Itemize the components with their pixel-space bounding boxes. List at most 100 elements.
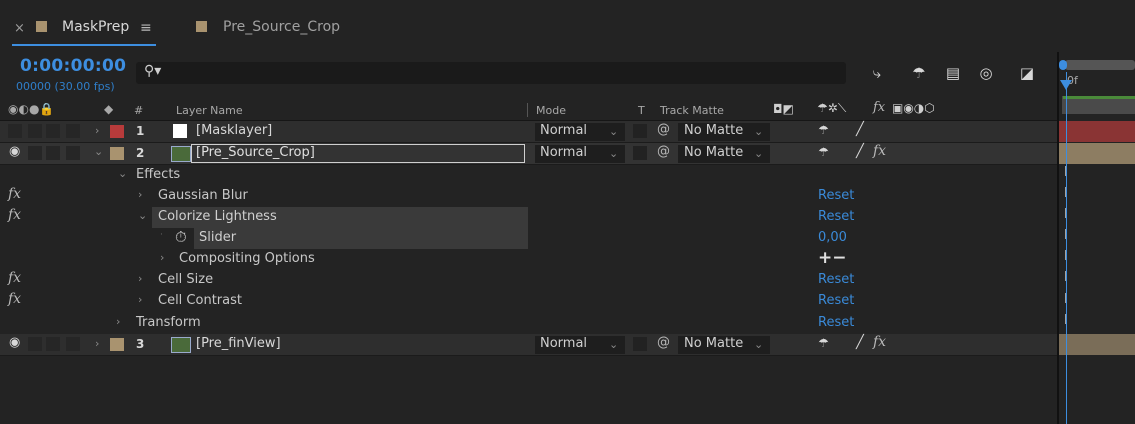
frame-blending-icon[interactable]: ▤ xyxy=(942,64,964,84)
close-tab-icon[interactable]: × xyxy=(14,21,25,36)
audio-switch[interactable] xyxy=(28,146,42,160)
reset-link[interactable]: Reset xyxy=(818,188,854,203)
effect-row-gaussian-blur[interactable]: fx › Gaussian Blur Reset xyxy=(0,186,1057,207)
property-row-compositing-options[interactable]: › Compositing Options +− xyxy=(0,248,1057,270)
layer-name-editbox[interactable]: [Pre_Source_Crop] xyxy=(191,144,525,163)
eye-icon[interactable]: ◉ xyxy=(9,335,20,350)
quality-switch-icon[interactable]: ╱ xyxy=(856,335,864,350)
reset-link[interactable]: Reset xyxy=(818,272,854,287)
layer-1-duration-bar[interactable] xyxy=(1059,121,1135,142)
layer-row-2[interactable]: ◉ ⌄ 2 [Pre_Source_Crop] Normal ⌄ @ No Ma… xyxy=(0,143,1057,165)
quality-switch-icon[interactable]: ╱ xyxy=(856,122,864,137)
av-features-icon[interactable]: ◉◐●🔒 xyxy=(8,102,54,116)
col-mode[interactable]: Mode xyxy=(536,104,566,117)
label-color[interactable] xyxy=(110,338,124,351)
fx-switch-icon[interactable]: fx xyxy=(873,334,886,350)
expand-chevron-icon[interactable]: › xyxy=(95,337,99,350)
preserve-transparency-switch[interactable] xyxy=(633,337,647,351)
expand-chevron-icon[interactable]: › xyxy=(138,272,142,285)
graph-editor-icon[interactable]: ◪ xyxy=(1016,64,1038,84)
pickwhip-icon[interactable]: @ xyxy=(657,144,670,159)
pickwhip-icon[interactable]: @ xyxy=(657,122,670,137)
effect-row-cell-contrast[interactable]: fx › Cell Contrast Reset xyxy=(0,291,1057,312)
layer-name[interactable]: [Pre_finView] xyxy=(196,336,281,351)
effect-row-colorize-lightness[interactable]: fx ⌄ Colorize Lightness Reset xyxy=(0,207,1057,228)
lock-switch[interactable] xyxy=(66,337,80,351)
search-icon[interactable]: ⚲▾ xyxy=(144,63,161,79)
preserve-transparency-switch[interactable] xyxy=(633,124,647,138)
pickwhip-icon[interactable]: @ xyxy=(657,335,670,350)
lock-switch[interactable] xyxy=(66,146,80,160)
comp-flowchart-icon[interactable]: ⤷ xyxy=(866,64,888,84)
fx-switch-icon[interactable]: fx xyxy=(873,100,885,115)
mode-dropdown[interactable]: Normal ⌄ xyxy=(535,145,625,163)
reset-link[interactable]: Reset xyxy=(818,293,854,308)
switches-icons[interactable]: ☂✲⟍ xyxy=(817,101,846,116)
effect-row-cell-size[interactable]: fx › Cell Size Reset xyxy=(0,270,1057,291)
effects-group-row[interactable]: ⌄ Effects xyxy=(0,165,1057,186)
fx-switch-icon[interactable]: fx xyxy=(873,143,886,159)
shy-switch-icon[interactable]: ☂ xyxy=(818,123,829,137)
shy-switch-icon[interactable]: ☂ xyxy=(818,336,829,350)
layer-3-duration-bar[interactable] xyxy=(1059,334,1135,355)
lock-switch[interactable] xyxy=(66,124,80,138)
collapse-chevron-icon[interactable]: ⌄ xyxy=(118,167,127,180)
property-row-slider[interactable]: · ⏱ Slider 0,00 xyxy=(0,228,1057,249)
track-matte-dropdown[interactable]: No Matte ⌄ xyxy=(678,123,770,141)
tab-pre-source-crop[interactable]: Pre_Source_Crop xyxy=(223,19,340,35)
col-track-matte[interactable]: Track Matte xyxy=(660,104,724,117)
fx-icon[interactable]: fx xyxy=(8,270,21,286)
layer-name[interactable]: [Masklayer] xyxy=(196,123,272,138)
playhead-line[interactable] xyxy=(1066,72,1067,424)
reset-link[interactable]: Reset xyxy=(818,209,854,224)
collapse-chevron-icon[interactable]: ⌄ xyxy=(94,145,103,158)
quality-switch-icon[interactable]: ╱ xyxy=(856,144,864,159)
expand-chevron-icon[interactable]: › xyxy=(95,124,99,137)
layer-row-1[interactable]: › 1 [Masklayer] Normal ⌄ @ No Matte ⌄ ☂ … xyxy=(0,121,1057,143)
video-switch[interactable] xyxy=(8,124,22,138)
preserve-transparency-switch[interactable] xyxy=(633,146,647,160)
solo-switch[interactable] xyxy=(46,337,60,351)
layer-2-duration-bar[interactable] xyxy=(1059,143,1135,164)
mode-dropdown[interactable]: Normal ⌄ xyxy=(535,123,625,141)
col-t[interactable]: T xyxy=(638,104,645,117)
panel-menu-icon[interactable]: ≡ xyxy=(140,20,152,36)
expand-chevron-icon[interactable]: › xyxy=(116,315,120,328)
fx-icon[interactable]: fx xyxy=(8,186,21,202)
mode-dropdown[interactable]: Normal ⌄ xyxy=(535,336,625,354)
shy-layers-icon[interactable]: ☂ xyxy=(908,64,930,84)
expand-chevron-icon[interactable]: › xyxy=(138,188,142,201)
audio-switch[interactable] xyxy=(28,124,42,138)
stopwatch-icon[interactable]: ⏱ xyxy=(175,228,187,246)
label-color[interactable] xyxy=(110,125,124,138)
audio-switch[interactable] xyxy=(28,337,42,351)
parent-link-icon[interactable]: ◘◩ xyxy=(773,102,794,116)
track-matte-dropdown[interactable]: No Matte ⌄ xyxy=(678,336,770,354)
shy-switch-icon[interactable]: ☂ xyxy=(818,145,829,159)
time-navigator-bar[interactable] xyxy=(1065,60,1135,70)
add-remove-mask-icon[interactable]: +− xyxy=(818,248,847,268)
solo-switch[interactable] xyxy=(46,146,60,160)
layer-search-input[interactable]: ⚲▾ xyxy=(136,62,846,84)
col-layer-name[interactable]: Layer Name xyxy=(176,104,243,117)
motion-blur-icon[interactable]: ◎ xyxy=(975,64,997,84)
fx-icon[interactable]: fx xyxy=(8,291,21,307)
current-time-display[interactable]: 0:00:00:00 xyxy=(20,56,126,76)
playhead-marker-icon[interactable] xyxy=(1060,80,1072,90)
tab-maskprep[interactable]: MaskPrep xyxy=(62,19,129,35)
transform-group-row[interactable]: › Transform Reset xyxy=(0,313,1057,334)
switches-icons-2[interactable]: ▣◉◑⬡ xyxy=(892,101,935,115)
reset-link[interactable]: Reset xyxy=(818,315,854,330)
label-tag-icon[interactable]: ◆ xyxy=(104,102,113,116)
expand-chevron-icon[interactable]: › xyxy=(160,251,164,264)
track-matte-dropdown[interactable]: No Matte ⌄ xyxy=(678,145,770,163)
label-color[interactable] xyxy=(110,147,124,160)
solo-switch[interactable] xyxy=(46,124,60,138)
slider-value[interactable]: 0,00 xyxy=(818,230,847,245)
layer-row-3[interactable]: ◉ › 3 [Pre_finView] Normal ⌄ @ No Matte … xyxy=(0,334,1057,356)
timeline-area[interactable]: 0f I I I I I I I I xyxy=(1057,52,1135,424)
col-num[interactable]: # xyxy=(134,104,143,117)
eye-icon[interactable]: ◉ xyxy=(9,144,20,159)
expand-chevron-icon[interactable]: › xyxy=(138,293,142,306)
navigator-start-handle[interactable] xyxy=(1059,60,1067,70)
